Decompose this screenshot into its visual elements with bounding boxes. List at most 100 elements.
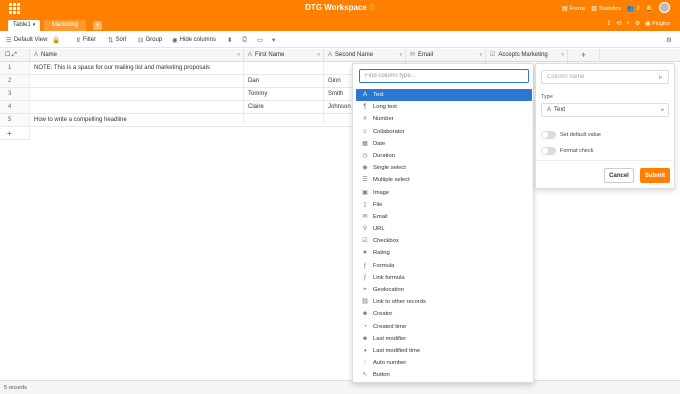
chevron-down-icon[interactable]: ▾ <box>237 49 240 62</box>
table-cell[interactable]: Dan <box>244 75 324 88</box>
header-select-all[interactable]: ☐ ⤢ <box>0 49 30 62</box>
column-type-option[interactable]: ⚲ URL <box>356 223 532 235</box>
column-header-first-name[interactable]: A First Name ▾ <box>244 49 324 62</box>
column-type-option[interactable]: ƒ Link formula <box>356 272 532 284</box>
column-name-input[interactable] <box>541 70 669 84</box>
share-icon[interactable]: ⇪ <box>606 20 611 27</box>
chevron-down-icon[interactable]: ▾ <box>561 49 564 62</box>
table-cell[interactable] <box>244 114 324 127</box>
search-icon[interactable]: ⌕ <box>626 20 629 27</box>
settings-icon[interactable]: ⚙ <box>635 20 640 27</box>
submit-button[interactable]: Submit <box>640 168 670 183</box>
row-number[interactable]: 1 <box>0 62 30 75</box>
forms-label: Forms <box>569 5 586 12</box>
print-button[interactable]: ⎙ <box>242 36 247 44</box>
column-type-option-label: Text <box>373 92 384 98</box>
tab-marketing[interactable]: Marketing <box>44 20 87 31</box>
collaborator-icon: ☺ <box>361 128 369 135</box>
hide-columns-button[interactable]: ◉ Hide columns <box>172 36 216 44</box>
row-number[interactable]: 4 <box>0 101 30 114</box>
text-icon: A <box>328 52 333 58</box>
column-type-option[interactable]: ☰ Multiple select <box>356 174 532 186</box>
chevron-down-icon[interactable]: ▾ <box>317 49 320 62</box>
info-icon[interactable]: ⓘ <box>369 6 375 12</box>
sort-icon: ⇅ <box>108 37 114 44</box>
cancel-button[interactable]: Cancel <box>604 168 634 183</box>
filter-button[interactable]: ⊻ Filter <box>76 36 96 44</box>
default-value-toggle[interactable] <box>541 131 556 139</box>
column-type-option[interactable]: A Text <box>356 89 532 102</box>
column-type-option[interactable]: ☻ Last modifier <box>356 333 532 345</box>
column-type-option[interactable]: ☺ Collaborator <box>356 126 532 138</box>
add-row-button[interactable]: + <box>0 127 30 140</box>
table-cell[interactable] <box>244 62 324 75</box>
column-type-option[interactable]: ⌖ Geolocation <box>356 284 532 296</box>
forms-button[interactable]: ▤ Forms <box>562 5 586 13</box>
column-header-email[interactable]: ✉ Email ▾ <box>406 49 486 62</box>
column-type-option[interactable]: ▣ Image <box>356 187 532 199</box>
avatar[interactable] <box>659 2 670 13</box>
plugins-button[interactable]: ▦ Plugins <box>645 21 670 27</box>
view-settings-button[interactable]: ⚙ <box>666 36 672 44</box>
chevron-down-icon[interactable]: ▾ <box>33 20 36 31</box>
history-icon[interactable]: ⟲ <box>616 20 621 27</box>
column-type-option[interactable]: ◉ Single select <box>356 162 532 174</box>
column-header-second-name[interactable]: A Second Name ▾ <box>324 49 406 62</box>
row-height-button[interactable]: ⬍ <box>227 36 232 44</box>
column-type-option[interactable]: # Number <box>356 113 532 125</box>
column-name-action-icon[interactable]: ▹ <box>659 73 663 81</box>
chevron-down-icon[interactable]: ▾ <box>399 49 402 62</box>
number-icon: # <box>363 116 367 123</box>
column-header-accepts-marketing[interactable]: ☑ Accepts Marketing ▾ <box>486 49 568 62</box>
statistics-icon: ▥ <box>591 6 597 12</box>
collaborators-button[interactable]: 👥 2 <box>627 5 640 13</box>
column-type-option[interactable]: ★ Rating <box>356 247 532 259</box>
column-type-option[interactable]: ◷ Duration <box>356 150 532 162</box>
view-selector[interactable]: ☰ Default View 🔒 <box>6 36 61 44</box>
chevron-down-icon[interactable]: ▾ <box>479 49 482 62</box>
created-time-icon: ◔ <box>363 323 367 330</box>
add-table-button[interactable]: + <box>93 21 102 30</box>
expand-button[interactable]: ▾ <box>272 36 275 44</box>
table-cell[interactable] <box>30 101 244 114</box>
column-type-option-label: Long text <box>373 104 397 111</box>
column-type-option[interactable]: ⁞ Auto number <box>356 357 532 369</box>
column-type-option[interactable]: ✉ Email <box>356 211 532 223</box>
tab-table1[interactable]: Table1 ▾ <box>8 20 41 31</box>
table-cell[interactable]: Claire <box>244 101 324 114</box>
column-type-option[interactable]: ▦ Date <box>356 138 532 150</box>
column-type-option[interactable]: ◔ Created time <box>356 321 532 333</box>
group-button[interactable]: ⊟ Group <box>138 36 162 44</box>
table-cell[interactable]: NOTE: This is a space for our mailing li… <box>30 62 244 75</box>
table-cell[interactable]: Tommy <box>244 88 324 101</box>
format-check-toggle[interactable] <box>541 147 556 155</box>
column-type-option-label: Email <box>373 213 388 220</box>
row-number[interactable]: 3 <box>0 88 30 101</box>
sort-button[interactable]: ⇅ Sort <box>108 36 126 44</box>
table-cell[interactable]: How to write a compelling headline <box>30 114 244 127</box>
column-type-option-label: URL <box>373 226 385 233</box>
column-type-option[interactable]: ☑ Checkbox <box>356 235 532 247</box>
column-type-search-input[interactable] <box>359 69 529 83</box>
column-type-option[interactable]: ƒ Formula <box>356 260 532 272</box>
type-select[interactable]: A Text ▸ <box>541 103 669 117</box>
column-type-option[interactable]: ⛓ Link to other records <box>356 296 532 308</box>
divider <box>536 160 676 161</box>
table-cell[interactable] <box>30 88 244 101</box>
statistics-button[interactable]: ▥ Statistics <box>591 5 621 13</box>
column-type-option[interactable]: ↖ Button <box>356 369 532 381</box>
table-cell[interactable] <box>30 75 244 88</box>
row-number[interactable]: 2 <box>0 75 30 88</box>
column-header-name[interactable]: A Name ▾ <box>30 49 244 62</box>
add-column-button[interactable]: + <box>568 49 600 62</box>
column-type-option[interactable]: ¶ Long text <box>356 101 532 113</box>
column-type-option[interactable]: ▯ File <box>356 199 532 211</box>
row-number[interactable]: 5 <box>0 114 30 127</box>
statistics-label: Statistics <box>598 5 621 12</box>
column-type-option-label: Date <box>373 140 386 147</box>
lock-icon: 🔒 <box>52 37 61 44</box>
column-type-option[interactable]: ☻ Creator <box>356 308 532 320</box>
more-button[interactable]: ▭ <box>257 36 263 44</box>
notifications-button[interactable]: 🔔 <box>646 5 653 12</box>
column-type-option[interactable]: ◕ Last modified time <box>356 345 532 357</box>
